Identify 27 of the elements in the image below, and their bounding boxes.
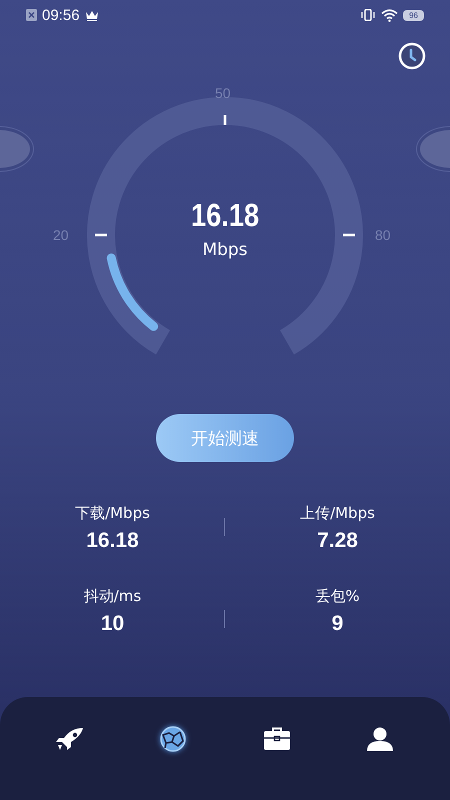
speed-value: 16.18 xyxy=(190,197,260,234)
vibrate-icon xyxy=(360,9,376,21)
sim-icon xyxy=(26,9,37,21)
history-clock-icon[interactable] xyxy=(398,42,426,70)
stat-label: 下载/Mbps xyxy=(75,504,150,523)
gauge-tick xyxy=(95,234,107,236)
scale-label: 80 xyxy=(375,227,391,243)
start-test-button[interactable]: 开始测速 xyxy=(156,414,294,462)
globe-icon xyxy=(158,726,188,752)
status-time: 09:56 xyxy=(42,6,80,24)
person-icon xyxy=(366,727,394,751)
stat-label: 上传/Mbps xyxy=(300,504,375,523)
stat-value: 10 xyxy=(100,612,124,636)
scale-label: 20 xyxy=(53,227,69,243)
stat-value: 16.18 xyxy=(86,529,139,553)
stat-value: 9 xyxy=(332,612,344,636)
stat-label: 丢包% xyxy=(315,587,360,606)
stat-label: 抖动/ms xyxy=(84,587,142,606)
speed-unit: Mbps xyxy=(202,240,248,260)
gauge-tick xyxy=(343,234,355,236)
gauge-tick xyxy=(224,115,226,125)
scale-label: 50 xyxy=(215,85,231,101)
wifi-icon xyxy=(381,8,398,22)
briefcase-icon xyxy=(262,727,291,751)
stat-value: 7.28 xyxy=(317,529,358,553)
crown-icon xyxy=(84,10,99,20)
battery-level: 96 xyxy=(403,10,424,20)
